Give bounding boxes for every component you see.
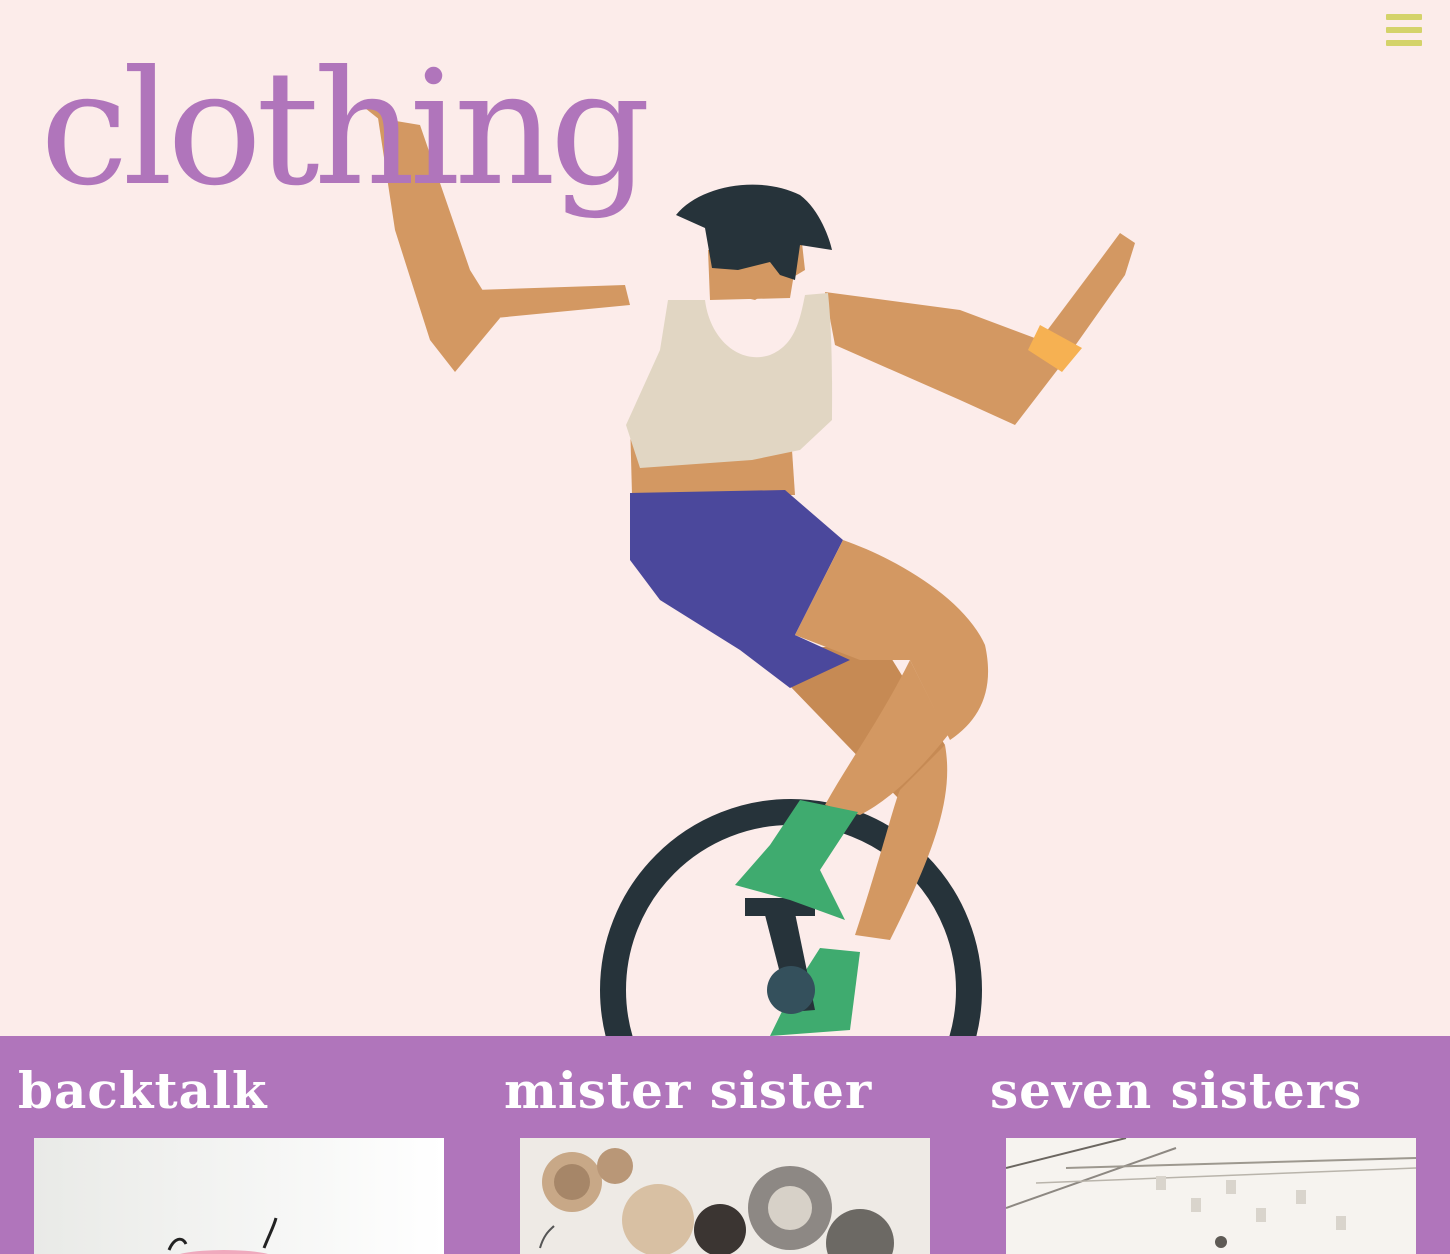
hamburger-menu-icon (1386, 14, 1422, 20)
page-title: clothing (40, 37, 651, 221)
unicycle-hub (767, 966, 815, 1014)
store-name[interactable]: seven sisters (990, 1056, 1362, 1126)
rider-shorts (630, 490, 850, 688)
store-thumbnail[interactable] (1006, 1138, 1416, 1254)
store-name[interactable]: mister sister (504, 1056, 872, 1126)
page: clothing backtalk mister sister seven si… (0, 0, 1450, 1254)
rider-tank-top (626, 293, 833, 468)
store-card-backtalk[interactable]: backtalk (0, 1036, 486, 1254)
store-thumbnail[interactable] (520, 1138, 930, 1254)
rider-hair (676, 184, 832, 280)
store-card-mister-sister[interactable]: mister sister (486, 1036, 972, 1254)
hamburger-menu-icon-bar (1386, 40, 1422, 46)
woven-baskets-photo (520, 1138, 930, 1254)
hamburger-menu-icon-bar (1386, 27, 1422, 33)
rider-right-arm (825, 233, 1135, 425)
plant-vase-photo (34, 1138, 444, 1254)
store-card-seven-sisters[interactable]: seven sisters (972, 1036, 1450, 1254)
shop-ceiling-photo (1006, 1138, 1416, 1254)
store-name[interactable]: backtalk (18, 1056, 268, 1126)
store-thumbnail[interactable] (34, 1138, 444, 1254)
stores-section: backtalk mister sister seven sisters (0, 1036, 1450, 1254)
menu-button[interactable] (1386, 14, 1422, 46)
hero-section: clothing (0, 0, 1450, 1036)
